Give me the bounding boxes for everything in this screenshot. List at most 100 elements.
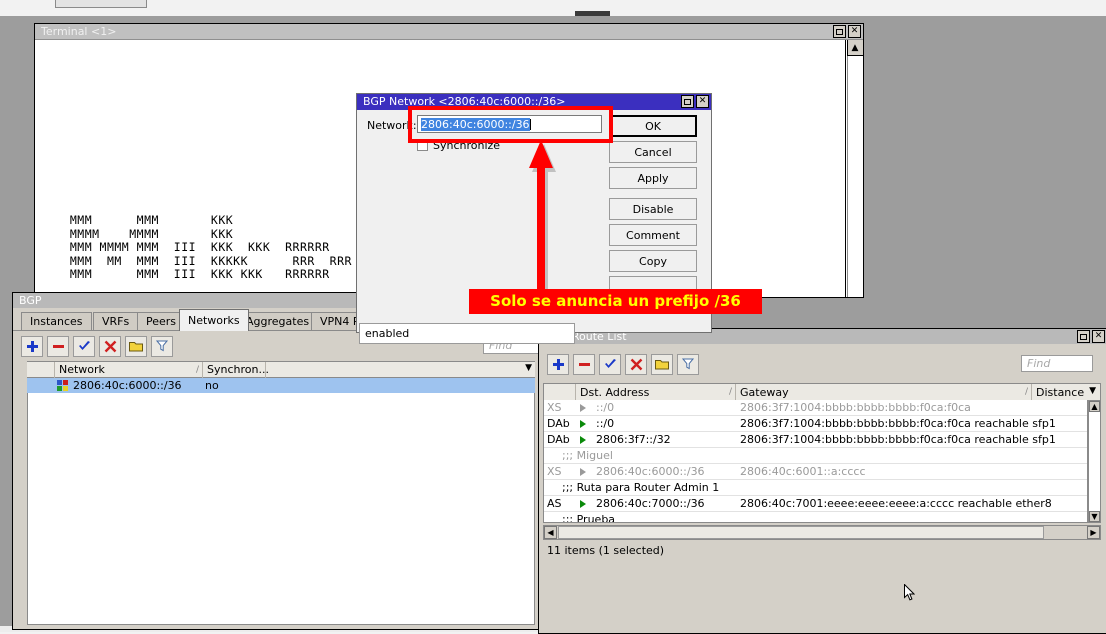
terminal-window-buttons[interactable]: ✕ bbox=[833, 25, 861, 38]
ipv6-horizontal-scrollbar[interactable]: ◀ ▶ bbox=[543, 525, 1101, 540]
route-flags: DAb bbox=[547, 432, 577, 447]
tab-vrfs[interactable]: VRFs bbox=[93, 312, 138, 331]
disable-button[interactable] bbox=[99, 336, 121, 357]
route-expand-triangle-icon[interactable] bbox=[580, 400, 592, 415]
ipv6-col-flags[interactable] bbox=[544, 384, 576, 401]
close-icon[interactable]: ✕ bbox=[1092, 330, 1105, 343]
filter-button[interactable] bbox=[151, 336, 173, 357]
route-gateway: 2806:3f7:1004:bbbb:bbbb:bbbb:f0ca:f0ca r… bbox=[740, 416, 1056, 431]
tab-peers[interactable]: Peers bbox=[137, 312, 185, 331]
route-expand-triangle-icon[interactable] bbox=[580, 464, 592, 479]
chevron-down-icon[interactable]: ▼ bbox=[1089, 386, 1096, 396]
tab-aggregates[interactable]: Aggregates bbox=[237, 312, 318, 331]
bgp-col-network[interactable]: Network / bbox=[55, 362, 203, 378]
ipv6-window-buttons[interactable]: ✕ bbox=[1077, 330, 1105, 343]
synchronize-checkbox[interactable] bbox=[417, 140, 428, 151]
route-comment-row[interactable]: ;;; Miguel bbox=[544, 448, 1087, 464]
ipv6-route-list-window[interactable]: IPv6 Route List ✕ Find Dst. Address bbox=[538, 328, 1106, 634]
ipv6-toolbar[interactable]: Find bbox=[539, 351, 1106, 377]
ipv6-find-input[interactable]: Find bbox=[1021, 355, 1093, 372]
scroll-down-arrow-icon[interactable]: ▼ bbox=[1089, 511, 1100, 522]
disable-button[interactable] bbox=[625, 354, 647, 375]
row-network-value: 2806:40c:6000::/36 bbox=[73, 378, 182, 393]
route-comment-row[interactable]: ;;; Prueba bbox=[544, 512, 1087, 523]
terminal-titlebar[interactable]: Terminal <1> ✕ bbox=[35, 24, 863, 40]
ipv6-route-table-body[interactable]: XS::/02806:3f7:1004:bbbb:bbbb:bbbb:f0ca:… bbox=[543, 400, 1088, 523]
route-expand-triangle-icon[interactable] bbox=[580, 416, 592, 431]
add-button[interactable] bbox=[21, 336, 43, 357]
ipv6-table-header: Dst. Address / Gateway / Distance ▼ bbox=[543, 383, 1101, 401]
disable-button[interactable]: Disable bbox=[609, 198, 697, 220]
table-row[interactable]: DAb::/02806:3f7:1004:bbbb:bbbb:bbbb:f0ca… bbox=[544, 416, 1087, 432]
dialog-titlebar[interactable]: BGP Network <2806:40c:6000::/36> ✕ bbox=[357, 94, 711, 110]
table-row[interactable]: 2806:40c:6000::/36 no bbox=[27, 378, 535, 393]
dialog-window-buttons[interactable]: ✕ bbox=[681, 95, 709, 108]
tab-instances[interactable]: Instances bbox=[21, 312, 92, 331]
ipv6-col-distance[interactable]: Distance bbox=[1032, 384, 1084, 401]
sort-ascending-icon: / bbox=[729, 384, 732, 401]
bgp-col-flags[interactable] bbox=[27, 362, 55, 378]
table-row[interactable]: XS::/02806:3f7:1004:bbbb:bbbb:bbbb:f0ca:… bbox=[544, 400, 1087, 416]
add-button[interactable] bbox=[547, 354, 569, 375]
maximize-icon[interactable] bbox=[681, 95, 694, 108]
comment-button[interactable] bbox=[651, 354, 673, 375]
copy-button[interactable]: Copy bbox=[609, 250, 697, 272]
route-dst-address: 2806:3f7::/32 bbox=[596, 432, 671, 447]
route-gateway: 2806:40c:7001:eeee:eeee:eeee:a:cccc reac… bbox=[740, 496, 1052, 511]
route-flags: XS bbox=[547, 400, 577, 415]
ipv6-col-dst-address[interactable]: Dst. Address / bbox=[576, 384, 736, 401]
network-input[interactable]: 2806:40c:6000::/36 bbox=[417, 115, 602, 133]
chevron-down-icon[interactable]: ▼ bbox=[525, 363, 532, 373]
scroll-left-arrow-icon[interactable]: ◀ bbox=[544, 526, 557, 539]
route-comment-text: ;;; Miguel bbox=[562, 448, 613, 463]
close-icon[interactable]: ✕ bbox=[696, 95, 709, 108]
tab-networks[interactable]: Networks bbox=[179, 309, 249, 331]
comment-button[interactable]: Comment bbox=[609, 224, 697, 246]
partial-window-stub-left bbox=[55, 0, 147, 8]
ipv6-scroll-trough[interactable] bbox=[1089, 412, 1100, 501]
ipv6-col-gateway[interactable]: Gateway / bbox=[736, 384, 1032, 401]
cancel-button[interactable]: Cancel bbox=[609, 141, 697, 163]
synchronize-row[interactable]: Synchronize bbox=[417, 139, 500, 152]
remove-button[interactable] bbox=[573, 354, 595, 375]
enable-button[interactable] bbox=[73, 336, 95, 357]
route-expand-triangle-icon[interactable] bbox=[580, 432, 592, 447]
table-row[interactable]: XS2806:40c:6000::/362806:40c:6001::a:ccc… bbox=[544, 464, 1087, 480]
network-field-label: Network: bbox=[367, 119, 417, 132]
ipv6-col-distance-label: Distance bbox=[1036, 386, 1084, 399]
route-expand-triangle-icon[interactable] bbox=[580, 496, 592, 511]
remove-button[interactable] bbox=[47, 336, 69, 357]
desktop-top-strip bbox=[0, 0, 1106, 16]
synchronize-label: Synchronize bbox=[433, 139, 500, 152]
remove-button-clipped[interactable] bbox=[609, 276, 697, 290]
enable-button[interactable] bbox=[599, 354, 621, 375]
terminal-scrollbar[interactable]: ▲ bbox=[845, 40, 863, 297]
maximize-icon[interactable] bbox=[1077, 330, 1090, 343]
ipv6-hscroll-thumb[interactable] bbox=[558, 526, 1044, 539]
route-gateway: 2806:3f7:1004:bbbb:bbbb:bbbb:f0ca:f0ca bbox=[740, 400, 971, 415]
route-flags: AS bbox=[547, 496, 577, 511]
annotation-arrow-icon bbox=[523, 140, 563, 290]
dialog-title-text: BGP Network <2806:40c:6000::/36> bbox=[363, 95, 565, 108]
terminal-scroll-trough[interactable] bbox=[847, 56, 863, 297]
annotation-label: Solo se anuncia un prefijo /36 bbox=[469, 289, 762, 314]
close-icon[interactable]: ✕ bbox=[848, 25, 861, 38]
route-dst-address: 2806:40c:7000::/36 bbox=[596, 496, 705, 511]
sort-ascending-icon: / bbox=[1025, 384, 1028, 401]
bgp-table-empty-area bbox=[27, 393, 535, 625]
scroll-right-arrow-icon[interactable]: ▶ bbox=[1087, 526, 1100, 539]
scroll-up-arrow-icon[interactable]: ▲ bbox=[1089, 401, 1100, 412]
scroll-up-arrow-icon[interactable]: ▲ bbox=[847, 40, 863, 56]
comment-button[interactable] bbox=[125, 336, 147, 357]
ipv6-vertical-scrollbar[interactable]: ▲ ▼ bbox=[1088, 400, 1101, 523]
table-row[interactable]: DAb2806:3f7::/322806:3f7:1004:bbbb:bbbb:… bbox=[544, 432, 1087, 448]
route-comment-row[interactable]: ;;; Ruta para Router Admin 1 bbox=[544, 480, 1087, 496]
ok-button[interactable]: OK bbox=[609, 115, 697, 137]
maximize-icon[interactable] bbox=[833, 25, 846, 38]
table-row[interactable]: AS 2806:40c:7000::/36 2806:40c:7001:eeee:e… bbox=[544, 496, 1087, 512]
apply-button[interactable]: Apply bbox=[609, 167, 697, 189]
filter-button[interactable] bbox=[677, 354, 699, 375]
network-input-value: 2806:40c:6000::/36 bbox=[421, 118, 530, 131]
bgp-col-synchronize[interactable]: Synchron... bbox=[203, 362, 266, 378]
sort-ascending-icon: / bbox=[196, 362, 199, 378]
